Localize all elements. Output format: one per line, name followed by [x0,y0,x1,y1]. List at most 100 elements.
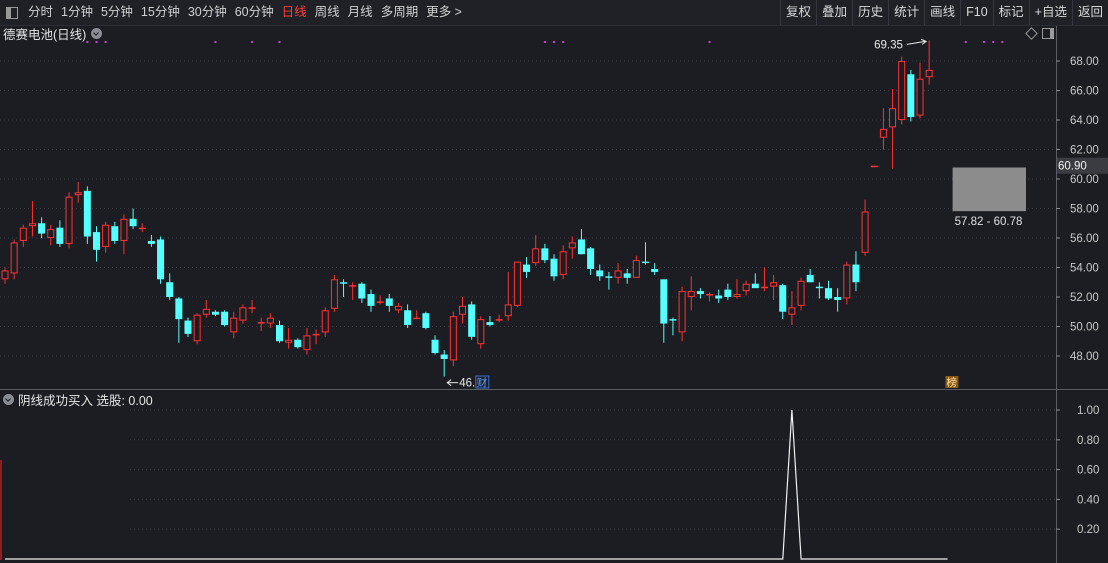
candle-body [559,251,567,275]
candle [312,329,320,345]
candle [303,327,311,355]
candle-body [394,305,402,311]
candle [175,297,183,343]
kline-chart-canvas[interactable]: 48.00 50.00 52.00 54.00 56.00 58.00 60.00 62.00… [0,0,1108,563]
candle [93,226,100,262]
candle [724,283,732,300]
candle-body [825,288,832,299]
candle-body [221,311,229,326]
candle [678,286,686,342]
candle [651,263,659,275]
signal-dot [964,41,967,43]
candle [202,299,210,318]
candle-body [330,279,338,309]
candle [431,335,439,355]
candle-body [74,192,82,196]
signal-dot [543,41,546,43]
candle-body [468,304,476,337]
candle [797,277,805,311]
candle [568,236,576,259]
candle-body [815,286,823,289]
candle [266,313,274,328]
candle-body [788,307,796,315]
candle-body [404,310,412,326]
candle [861,199,869,256]
candle-body [102,224,110,247]
candle-body [523,264,531,272]
candle [221,310,229,327]
y-tick-label: 52.00 [1070,292,1099,304]
candle-body [541,248,549,261]
candle-body [605,276,613,278]
candle-body [577,239,585,255]
range-label: 57.82 - 60.78 [955,216,1023,228]
candle [898,56,906,125]
candle-body [486,322,494,326]
candle-body [431,339,439,354]
candle [513,261,521,308]
candle-body [889,108,897,128]
candle [715,289,723,303]
candle [870,165,878,168]
candle [294,338,302,349]
candle-body [678,291,686,333]
candle [843,261,851,305]
candle [321,307,329,337]
candle-body [111,226,119,241]
candle-body [623,273,631,278]
y-tick-label: 54.00 [1070,263,1099,275]
candle [779,283,787,320]
candle [340,279,348,297]
candle-body [376,301,384,303]
candle [440,350,448,377]
candle [376,295,384,305]
badge-bang: 榜 [946,376,957,389]
candle [138,223,146,233]
candle [541,243,549,264]
candle-body [852,264,860,283]
signal-dot [278,41,281,43]
candle [495,314,503,323]
y-tick-label: 50.00 [1070,322,1099,334]
candle-body [1,270,9,280]
candle [367,289,375,312]
candle-body [834,297,842,300]
candle [825,280,832,300]
candle-body [422,313,430,328]
candle-body [349,285,357,287]
candle-body [449,316,457,361]
candle [257,317,265,331]
candle-body [669,319,677,321]
candle-body [642,261,649,264]
sub-y-tick-label: 1.00 [1077,405,1099,417]
candle [925,40,933,85]
candle [28,201,36,237]
candle-body [925,69,933,78]
candle [19,224,27,247]
candle [733,279,741,299]
candle [184,317,192,337]
range-box [952,167,1026,212]
candle-body [916,78,924,116]
high-marker-label: 69.35 [874,39,903,51]
candle-body [770,282,778,287]
candle-body [211,311,219,315]
candle-body [385,298,393,306]
candle [788,291,796,326]
candle-body [202,308,210,315]
candle [1,267,9,284]
candle [907,69,915,122]
candle [394,302,402,314]
candle-body [19,227,27,241]
candle [687,276,695,311]
candle [806,268,814,283]
badge-cai: 财 [477,376,488,389]
candle [477,316,485,349]
candle [751,273,759,289]
y-tick-label: 66.00 [1070,86,1099,98]
candle-body [843,264,851,299]
candle [632,255,640,278]
candle-body [120,218,128,241]
candle-body [751,283,759,289]
candle-body [38,223,46,234]
